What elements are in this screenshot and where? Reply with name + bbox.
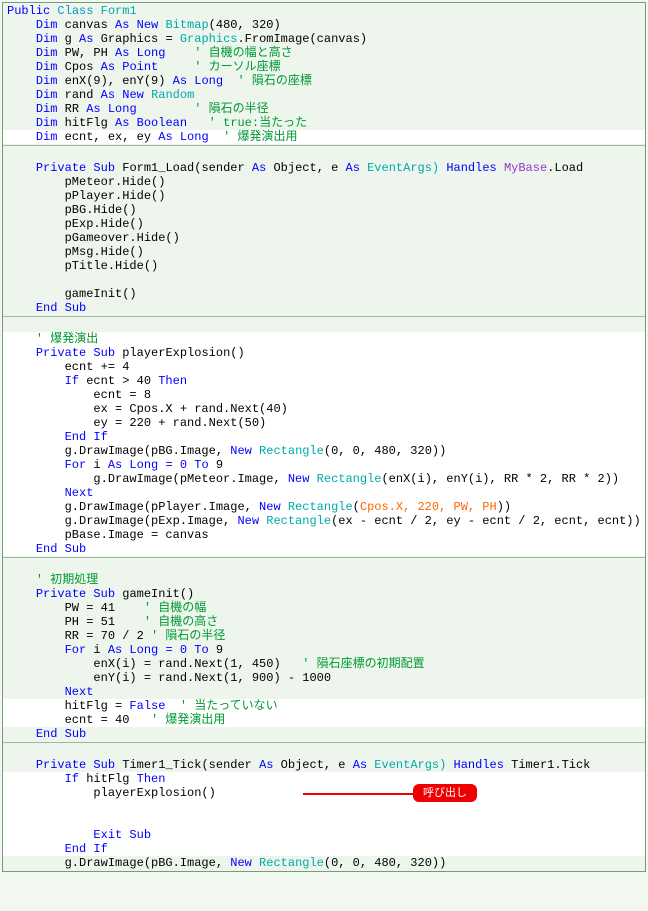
code-line: Dim hitFlg As Boolean ' true:当たった [3,116,645,130]
code-line-highlighted: If hitFlg Then [3,772,645,786]
code-line [3,744,645,758]
code-line: Next [3,685,645,699]
code-line [3,273,645,287]
code-line: Dim Cpos As Point ' カーソル座標 [3,60,645,74]
code-line-highlighted: Dim ecnt, ex, ey As Long ' 爆発演出用 [3,130,645,144]
code-block-form-load: Private Sub Form1_Load(sender As Object,… [3,146,645,317]
code-block-game-init: ' 初期処理 Private Sub gameInit() PW = 41 ' … [3,558,645,743]
code-line: enX(i) = rand.Next(1, 450) ' 隕石座標の初期配置 [3,657,645,671]
code-line: End Sub [3,727,645,741]
code-line: Dim rand As New Random [3,88,645,102]
code-line-highlighted: Exit Sub [3,828,645,842]
code-line: pTitle.Hide() [3,259,645,273]
code-line-highlighted: ecnt = 40 ' 爆発演出用 [3,713,645,727]
code-line [3,559,645,573]
code-line: RR = 70 / 2 ' 隕石の半径 [3,629,645,643]
code-line-highlighted: g.DrawImage(pBG.Image, New Rectangle(0, … [3,444,645,458]
code-line-highlighted: End If [3,842,645,856]
code-line: PW = 41 ' 自機の幅 [3,601,645,615]
code-line-highlighted: playerExplosion() 呼び出し [3,786,645,828]
code-block-player-explosion: ' 爆発演出 Private Sub playerExplosion() ecn… [3,317,645,558]
code-line: End Sub [3,301,645,315]
code-line: Private Sub Form1_Load(sender As Object,… [3,161,645,175]
code-line: Public Class Form1 [3,4,645,18]
code-line: pGameover.Hide() [3,231,645,245]
code-line: enY(i) = rand.Next(1, 900) - 1000 [3,671,645,685]
code-line: Dim enX(9), enY(9) As Long ' 隕石の座標 [3,74,645,88]
code-line-highlighted: ex = Cpos.X + rand.Next(40) [3,402,645,416]
code-line: Private Sub gameInit() [3,587,645,601]
code-line-highlighted: g.DrawImage(pMeteor.Image, New Rectangle… [3,472,645,486]
code-line: Dim canvas As New Bitmap(480, 320) [3,18,645,32]
code-line: pExp.Hide() [3,217,645,231]
code-line-highlighted: ecnt = 8 [3,388,645,402]
callout-badge: 呼び出し [413,784,477,802]
code-line: For i As Long = 0 To 9 [3,643,645,657]
code-line-highlighted: If ecnt > 40 Then [3,374,645,388]
code-line: PH = 51 ' 自機の高さ [3,615,645,629]
code-line-highlighted: pBase.Image = canvas [3,528,645,542]
code-line-highlighted: Next [3,486,645,500]
code-line: gameInit() [3,287,645,301]
code-line-highlighted: Private Sub playerExplosion() [3,346,645,360]
code-line: Dim g As Graphics = Graphics.FromImage(c… [3,32,645,46]
code-line: pBG.Hide() [3,203,645,217]
code-line: g.DrawImage(pBG.Image, New Rectangle(0, … [3,856,645,870]
code-line: pPlayer.Hide() [3,189,645,203]
code-line-highlighted: End Sub [3,542,645,556]
code-line-highlighted: g.DrawImage(pExp.Image, New Rectangle(ex… [3,514,645,528]
code-line-highlighted: ey = 220 + rand.Next(50) [3,416,645,430]
code-line-highlighted: ' 爆発演出 [3,332,645,346]
code-line [3,147,645,161]
code-line: ' 初期処理 [3,573,645,587]
code-line: pMsg.Hide() [3,245,645,259]
code-line [3,318,645,332]
code-line: pMeteor.Hide() [3,175,645,189]
code-block-declarations: Public Class Form1 Dim canvas As New Bit… [3,3,645,146]
code-line-highlighted: End If [3,430,645,444]
code-line-highlighted: For i As Long = 0 To 9 [3,458,645,472]
code-line-highlighted: g.DrawImage(pPlayer.Image, New Rectangle… [3,500,645,514]
code-line: Dim RR As Long ' 隕石の半径 [3,102,645,116]
code-line: Private Sub Timer1_Tick(sender As Object… [3,758,645,772]
code-line-highlighted: hitFlg = False ' 当たっていない [3,699,645,713]
callout-connector [303,793,413,795]
code-line: Dim PW, PH As Long ' 自機の幅と高さ [3,46,645,60]
code-viewport: Public Class Form1 Dim canvas As New Bit… [2,2,646,872]
code-line-highlighted: ecnt += 4 [3,360,645,374]
code-block-timer-tick: Private Sub Timer1_Tick(sender As Object… [3,743,645,871]
